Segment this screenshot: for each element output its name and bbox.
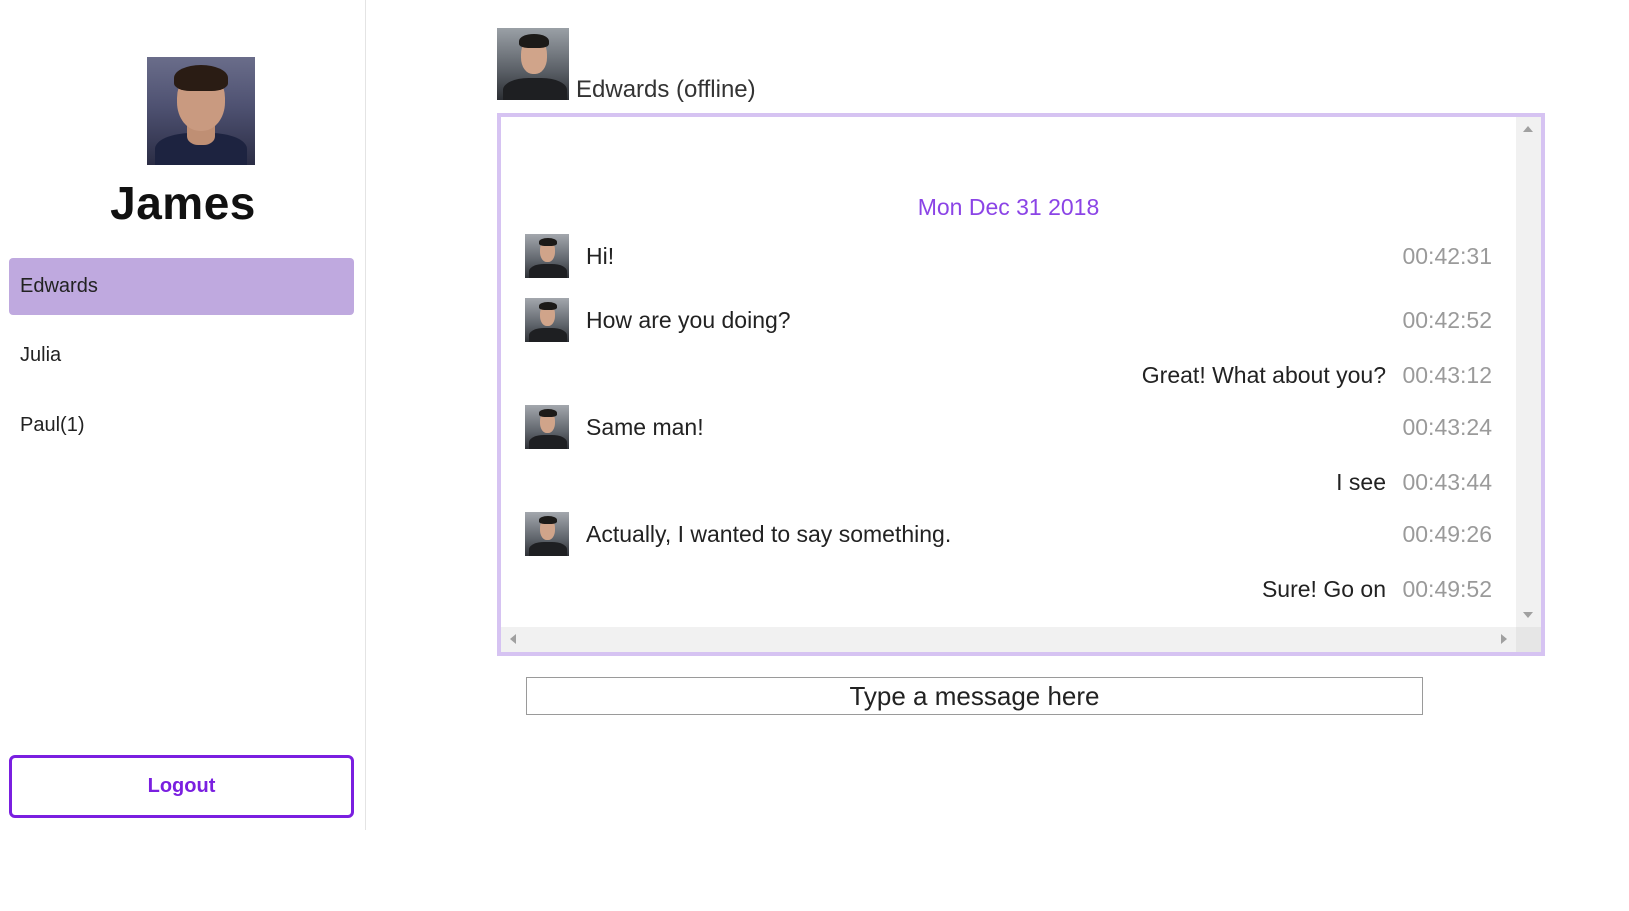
chat-peer-title: Edwards (offline) [576,76,756,103]
sender-avatar [525,234,569,278]
logout-button[interactable]: Logout [9,755,354,818]
message-text: Hi! [586,243,615,269]
user-name: James [110,177,256,229]
message-text: How are you doing? [586,307,791,333]
message-time: 00:42:52 [1402,307,1492,333]
scroll-right-arrow-icon[interactable] [1501,634,1507,644]
message-time: 00:49:52 [1402,576,1492,602]
sender-avatar [525,512,569,556]
message-row: Hi! 00:42:31 [525,234,1492,278]
horizontal-scrollbar[interactable] [501,627,1516,652]
sender-avatar [525,405,569,449]
message-text: Great! What about you? [1141,362,1386,388]
scrollbar-corner [1516,627,1541,652]
message-time: 00:42:31 [1402,243,1492,269]
message-text: Actually, I wanted to say something. [586,521,952,547]
scroll-left-arrow-icon[interactable] [510,634,516,644]
contact-item-edwards[interactable]: Edwards [9,258,354,315]
date-separator: Mon Dec 31 2018 [917,194,1100,220]
message-text: Same man! [586,414,704,440]
contact-item-paul[interactable]: Paul(1) [9,397,354,454]
message-row: How are you doing? 00:42:52 [525,298,1492,342]
sidebar: James Edwards Julia Paul(1) Logout [0,0,366,830]
sender-avatar [525,298,569,342]
chat-window[interactable]: Mon Dec 31 2018 Hi! 00:42:31 How are you… [497,113,1545,656]
message-row: Same man! 00:43:24 [525,405,1492,449]
vertical-scrollbar[interactable] [1516,117,1541,627]
peer-avatar [497,28,569,100]
user-avatar [147,57,255,165]
scroll-down-arrow-icon[interactable] [1523,612,1533,618]
message-input[interactable] [526,677,1423,715]
message-text: Sure! Go on [1261,576,1386,602]
contact-item-julia[interactable]: Julia [9,327,354,384]
message-time: 00:43:12 [1402,362,1492,388]
message-time: 00:43:24 [1402,414,1492,440]
message-row: Actually, I wanted to say something. 00:… [525,512,1492,556]
scroll-up-arrow-icon[interactable] [1523,126,1533,132]
message-text: I see [1336,469,1386,495]
message-row: Great! What about you? 00:43:12 [525,353,1492,397]
message-row: I see 00:43:44 [525,460,1492,504]
message-time: 00:49:26 [1402,521,1492,547]
message-row: Sure! Go on 00:49:52 [525,567,1492,611]
message-time: 00:43:44 [1402,469,1492,495]
